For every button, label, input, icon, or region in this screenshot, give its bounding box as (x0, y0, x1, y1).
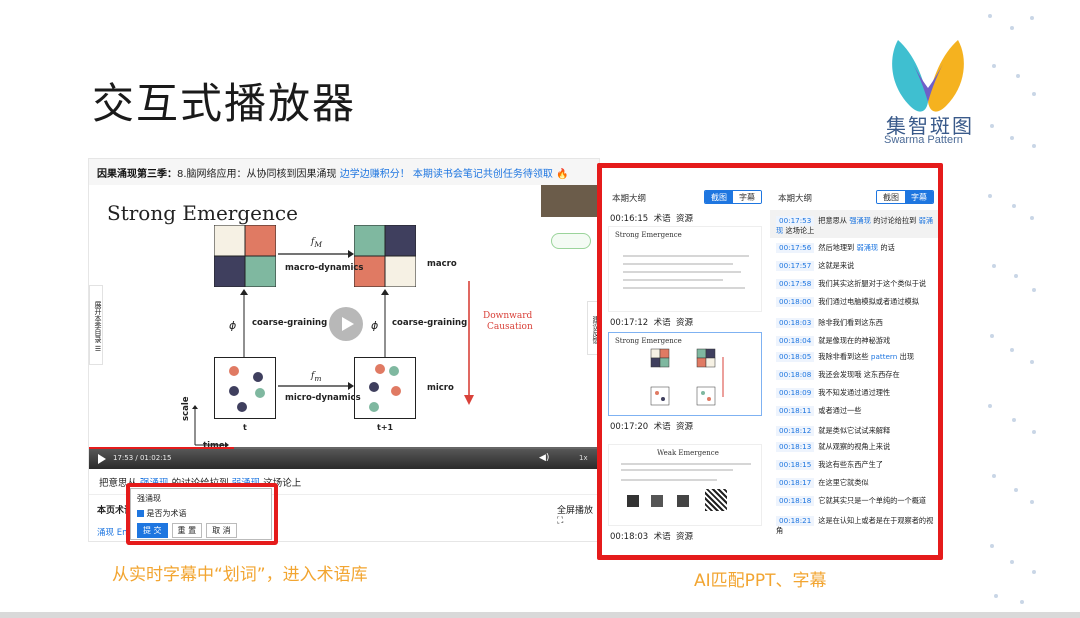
macro-dynamics-label: macro-dynamics (285, 263, 363, 273)
macro-arrow (276, 249, 354, 259)
fm-micro-label: fm (311, 371, 321, 383)
downward-label-2: Causation (487, 322, 533, 332)
time-display: 17:53 / 01:02:15 (113, 454, 171, 462)
fm-macro-label: fM (311, 237, 322, 249)
macro-grid-t (214, 225, 276, 287)
play-button[interactable] (329, 307, 363, 341)
video-slide-heading: Strong Emergence (107, 201, 298, 225)
expand-toc-tab[interactable]: 展开本季目录 ☰ (89, 285, 103, 365)
slide-title: 交互式播放器 (92, 70, 356, 131)
downward-arrow (464, 281, 474, 405)
micro-box-t1 (354, 357, 416, 419)
speaker-camera (541, 185, 600, 217)
t1-label: t+1 (377, 423, 393, 432)
macro-label: macro (427, 259, 457, 269)
decorative-dots (982, 6, 1042, 606)
ai-panels-highlight-frame (597, 163, 943, 560)
bottom-divider (0, 612, 1080, 618)
online-indicator (551, 233, 591, 249)
popup-highlight-frame (126, 483, 278, 545)
speed-selector[interactable]: 1x (579, 454, 588, 462)
play-control-icon[interactable] (97, 454, 107, 464)
phi-left: ϕ (229, 319, 236, 332)
coarse-arrow-right (381, 289, 389, 359)
player-controls: 17:53 / 01:02:15 ◀) 1x (89, 447, 600, 469)
caption-right: AI匹配PPT、字幕 (694, 566, 827, 591)
coarse-arrow-left (240, 289, 248, 359)
video-area[interactable]: Strong Emergence fM macro-dynamics macro… (89, 185, 600, 468)
coarse-graining-left: coarse-graining (252, 318, 327, 328)
t-label: t (243, 423, 247, 432)
volume-icon[interactable]: ◀) (539, 453, 549, 463)
coarse-graining-right: coarse-graining (392, 318, 467, 328)
course-title: 因果涌现第三季： (97, 169, 177, 180)
course-header: 因果涌现第三季：8.脑网络应用：从协同核到因果涌现 边学边赚积分！ 本期读书会笔… (89, 159, 600, 185)
phi-right: ϕ (371, 319, 378, 332)
micro-dynamics-label: micro-dynamics (285, 393, 361, 403)
progress-fill (89, 447, 234, 449)
caption-left: 从实时字幕中“划词”，进入术语库 (112, 560, 368, 585)
course-promo-link[interactable]: 边学边赚积分！ 本期读书会笔记共创任务待领取 🔥 (340, 169, 569, 180)
scale-label: scale (181, 396, 191, 421)
course-chapter: 8.脑网络应用：从协同核到因果涌现 (177, 169, 337, 180)
micro-label: micro (427, 383, 454, 393)
downward-label-1: Downward (483, 311, 532, 321)
macro-grid-t1 (354, 225, 416, 287)
play-icon (329, 307, 363, 341)
logo-english: Swarma Pattern (884, 134, 963, 146)
